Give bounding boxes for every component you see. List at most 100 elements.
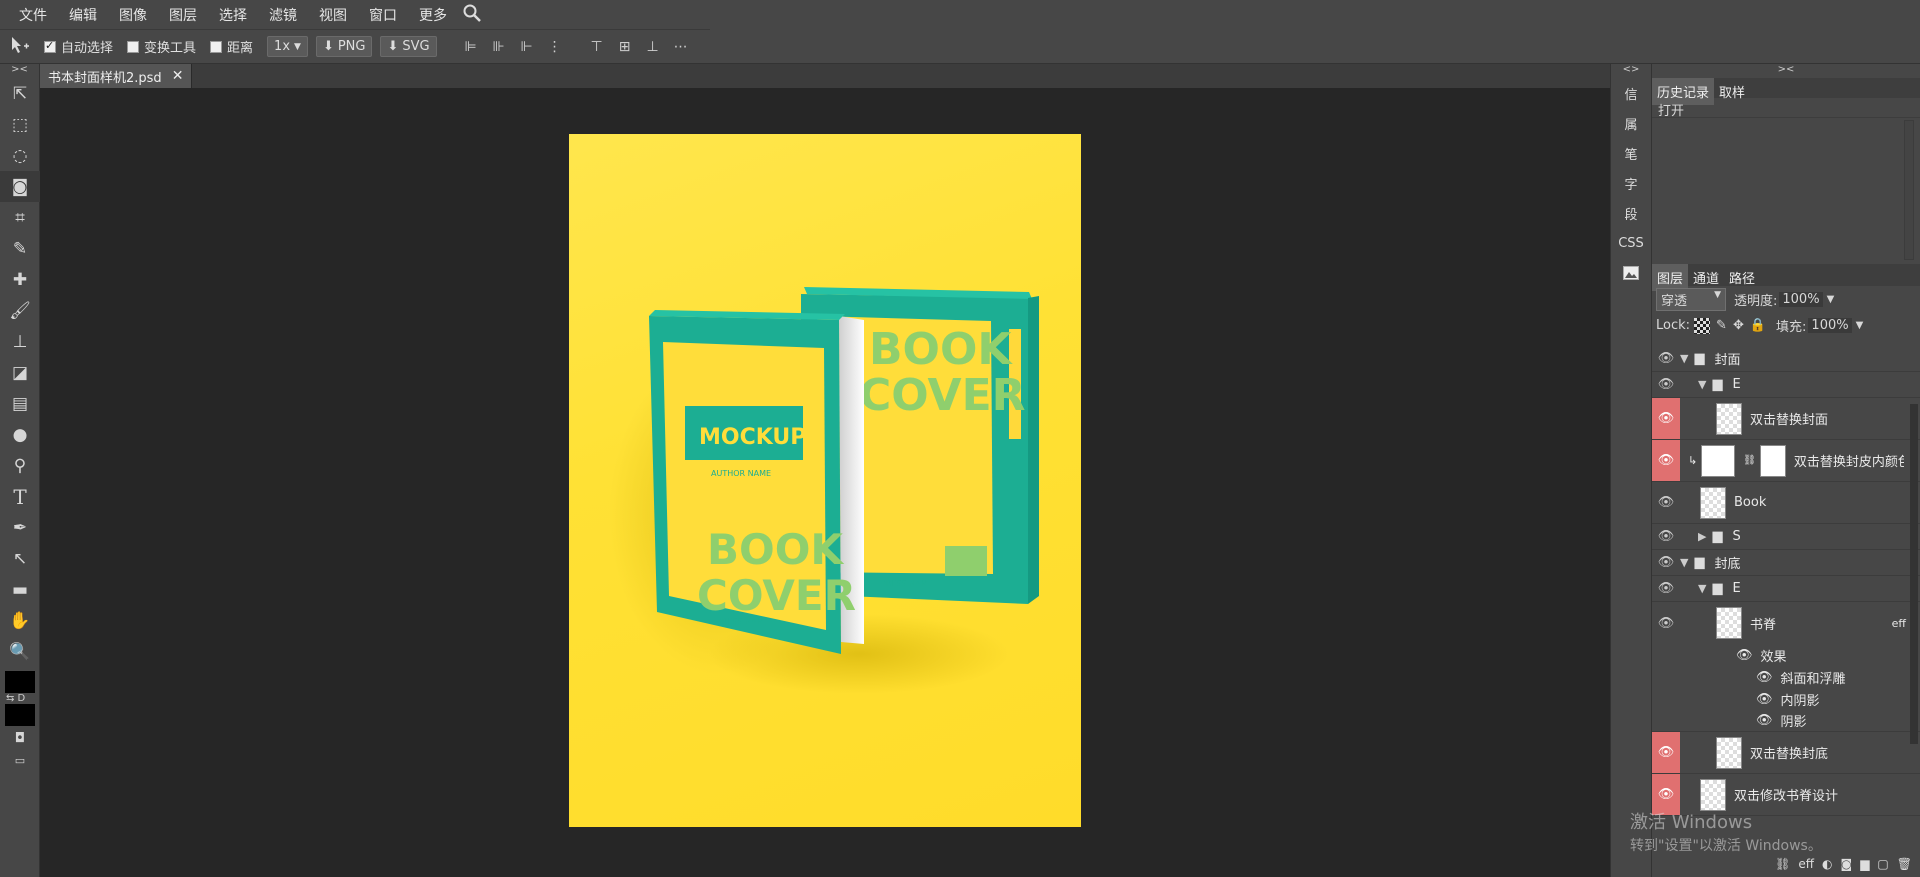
align-center-h-icon[interactable]: ⊪: [491, 39, 507, 55]
align-right-icon[interactable]: ⊩: [519, 39, 535, 55]
side-tab-character[interactable]: 字: [1611, 168, 1651, 198]
eye-icon[interactable]: 👁: [1652, 346, 1680, 371]
menu-image[interactable]: 图像: [108, 5, 158, 25]
eye-icon[interactable]: 👁: [1652, 372, 1680, 397]
layer-row[interactable]: 👁 ▼ ▆ 封底: [1652, 550, 1920, 576]
side-tab-css[interactable]: CSS: [1611, 228, 1651, 258]
triangle-right-icon[interactable]: ▶: [1698, 530, 1706, 543]
adjustment-layer-icon[interactable]: ◐: [1822, 857, 1832, 871]
lock-move-icon[interactable]: ✥: [1733, 318, 1744, 333]
tab-paths[interactable]: 路径: [1724, 264, 1760, 291]
trash-icon[interactable]: 🗑: [1897, 857, 1912, 871]
crop-tool-icon[interactable]: ⌗: [0, 202, 40, 233]
rectangle-tool-icon[interactable]: ▬: [0, 574, 40, 605]
layer-row[interactable]: 👁 ↳ ⛓ 双击替换封皮内颜色: [1652, 440, 1920, 482]
blur-tool-icon[interactable]: ●: [0, 419, 40, 450]
menu-select[interactable]: 选择: [208, 5, 258, 25]
tab-sample[interactable]: 取样: [1714, 78, 1750, 105]
quick-mask-icon[interactable]: ◘: [0, 726, 40, 750]
triangle-down-icon[interactable]: ▼: [1680, 352, 1688, 365]
marquee-tool-icon[interactable]: ⬚: [0, 109, 40, 140]
swap-colors-icon[interactable]: ⇆ D: [0, 693, 39, 704]
triangle-down-icon[interactable]: ▼: [1680, 556, 1688, 569]
chevron-down-icon[interactable]: ▼: [1856, 320, 1864, 331]
align-bottom-icon[interactable]: ⊥: [645, 39, 661, 55]
zoom-select[interactable]: 1x ▼: [267, 36, 308, 57]
auto-select-checkbox[interactable]: [44, 39, 56, 53]
export-png-button[interactable]: ⬇ PNG: [315, 36, 373, 57]
tab-layers[interactable]: 图层: [1652, 264, 1689, 291]
transform-checkbox[interactable]: [127, 40, 140, 53]
lock-all-icon[interactable]: 🔒: [1750, 318, 1766, 333]
hand-tool-icon[interactable]: ✋: [0, 605, 40, 636]
document-tab[interactable]: 书本封面样机2.psd ✕: [40, 64, 193, 88]
distance-option[interactable]: 距离: [210, 37, 253, 56]
effect-row[interactable]: 👁 阴影: [1652, 710, 1920, 732]
dodge-tool-icon[interactable]: ⚲: [0, 450, 40, 481]
effect-row[interactable]: 👁 内阴影: [1652, 688, 1920, 710]
eye-icon[interactable]: 👁: [1756, 713, 1773, 728]
foreground-color-swatch[interactable]: [5, 671, 35, 693]
side-tab-info[interactable]: 信: [1611, 78, 1651, 108]
new-layer-icon[interactable]: ▢: [1877, 857, 1888, 871]
auto-select-option[interactable]: 自动选择: [44, 37, 113, 56]
layer-fx-badge[interactable]: eff: [1892, 617, 1906, 630]
eye-icon[interactable]: 👁: [1652, 732, 1680, 773]
gradient-tool-icon[interactable]: ▤: [0, 388, 40, 419]
eye-icon[interactable]: 👁: [1756, 670, 1773, 685]
collapse-panel-icon[interactable]: ><: [1652, 64, 1920, 78]
lasso-tool-icon[interactable]: ◌: [0, 140, 40, 171]
blend-mode-select[interactable]: 穿透 ▼: [1656, 288, 1726, 311]
link-layers-icon[interactable]: ⛓: [1775, 857, 1790, 871]
link-icon[interactable]: ⛓: [1743, 455, 1756, 466]
layer-effects-button[interactable]: eff: [1798, 857, 1814, 871]
menu-more[interactable]: 更多: [408, 5, 458, 25]
triangle-down-icon[interactable]: ▼: [1698, 582, 1706, 595]
menu-edit[interactable]: 编辑: [58, 5, 108, 25]
eye-icon[interactable]: 👁: [1652, 440, 1680, 481]
triangle-down-icon[interactable]: ▼: [1698, 378, 1706, 391]
pen-tool-icon[interactable]: ✒: [0, 512, 40, 543]
side-tab-brush[interactable]: 笔: [1611, 138, 1651, 168]
quick-select-tool-icon[interactable]: ◙: [0, 171, 40, 202]
screen-mode-icon[interactable]: ▭: [0, 750, 40, 770]
artboard-image[interactable]: BOOK COVER PRESS NAME MOCKUP AUTHOR NAME…: [569, 134, 1081, 827]
layer-row[interactable]: 👁 ▼ ▆ E: [1652, 576, 1920, 602]
distribute-v-icon[interactable]: ⋮: [547, 39, 563, 55]
export-svg-button[interactable]: ⬇ SVG: [380, 36, 437, 57]
layer-row[interactable]: 👁 ▶ ▆ S: [1652, 524, 1920, 550]
tab-channels[interactable]: 通道: [1688, 264, 1724, 291]
layer-row[interactable]: 👁 书脊 eff: [1652, 602, 1920, 644]
eye-icon[interactable]: 👁: [1652, 550, 1680, 575]
eraser-tool-icon[interactable]: ◪: [0, 357, 40, 388]
menu-filter[interactable]: 滤镜: [258, 5, 308, 25]
layer-row[interactable]: 👁 ▼ ▆ 封面: [1652, 346, 1920, 372]
image-icon[interactable]: [1611, 258, 1651, 288]
eye-icon[interactable]: 👁: [1652, 524, 1680, 549]
align-left-icon[interactable]: ⊫: [463, 39, 479, 55]
menu-view[interactable]: 视图: [308, 5, 358, 25]
distance-checkbox[interactable]: [210, 40, 223, 53]
collapse-side-icon[interactable]: <>: [1611, 64, 1651, 78]
stamp-tool-icon[interactable]: ⊥: [0, 326, 40, 357]
eye-icon[interactable]: 👁: [1652, 576, 1680, 601]
lock-transparency-icon[interactable]: [1694, 317, 1711, 334]
layer-row[interactable]: 👁 Book: [1652, 482, 1920, 524]
healing-brush-tool-icon[interactable]: ✚: [0, 264, 40, 295]
side-tab-properties[interactable]: 属: [1611, 108, 1651, 138]
path-select-tool-icon[interactable]: ↖: [0, 543, 40, 574]
align-middle-icon[interactable]: ⊞: [617, 39, 633, 55]
menu-file[interactable]: 文件: [8, 5, 58, 25]
new-group-icon[interactable]: ▆: [1860, 857, 1869, 871]
eye-icon[interactable]: 👁: [1652, 398, 1680, 439]
menu-layer[interactable]: 图层: [158, 5, 208, 25]
eyedropper-tool-icon[interactable]: ✎: [0, 233, 40, 264]
effect-row[interactable]: 👁 效果: [1652, 644, 1920, 666]
zoom-tool-icon[interactable]: 🔍: [0, 636, 40, 667]
transform-option[interactable]: 变换工具: [127, 37, 196, 56]
layers-scrollbar[interactable]: [1910, 404, 1918, 744]
eye-icon[interactable]: 👁: [1756, 692, 1773, 707]
side-tab-paragraph[interactable]: 段: [1611, 198, 1651, 228]
background-color-swatch[interactable]: [5, 704, 35, 726]
menu-window[interactable]: 窗口: [358, 5, 408, 25]
